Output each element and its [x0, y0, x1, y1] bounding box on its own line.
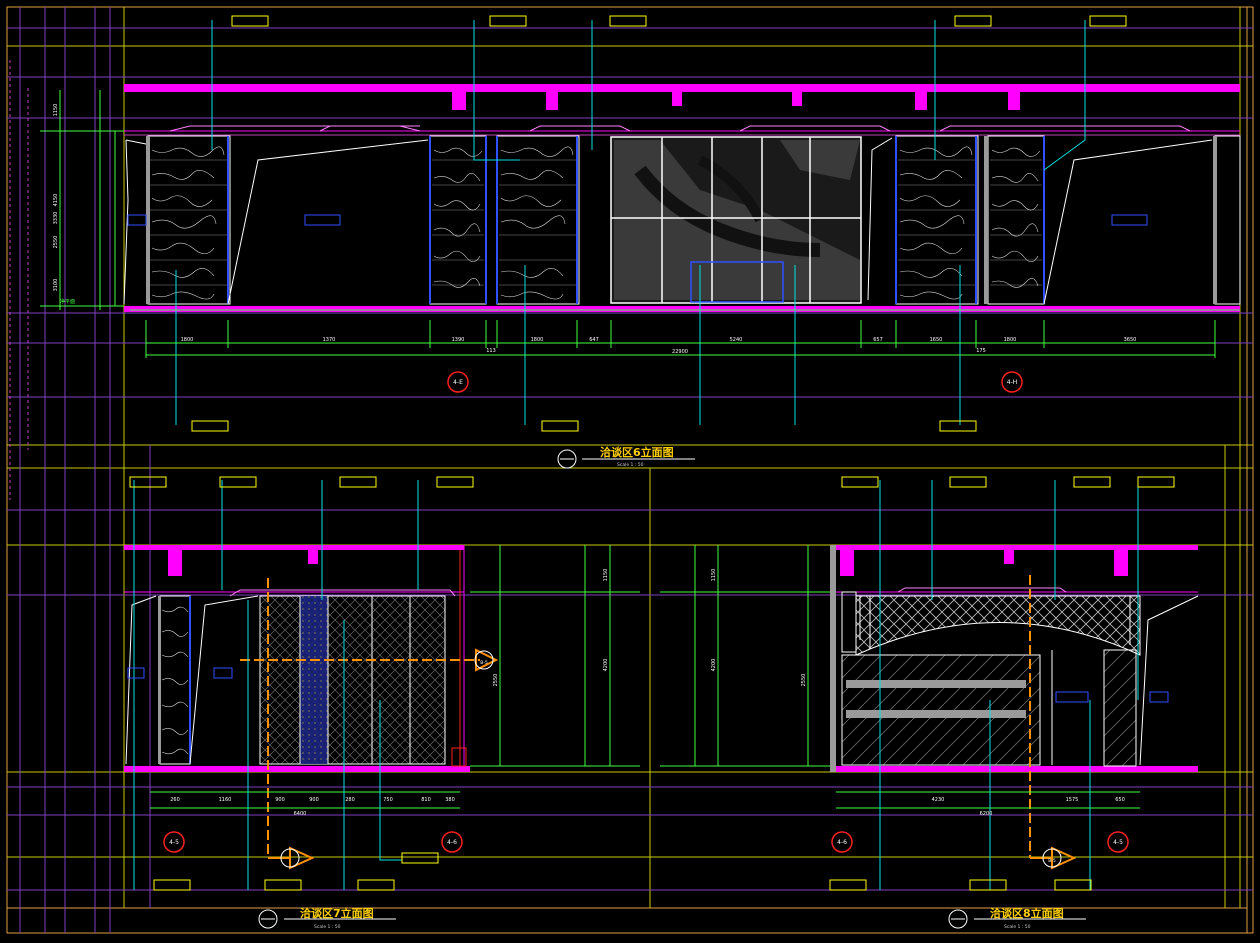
bottom-right-elevation	[660, 476, 1199, 891]
br-dim-total: 6200	[980, 811, 993, 817]
top-dim-6: 657	[873, 337, 883, 343]
scale-bottom-left: Scale 1 : 50	[314, 924, 341, 930]
top-dim-0: 1800	[181, 337, 194, 343]
datum-label-top: 净平面	[60, 298, 75, 305]
top-dim-9: 3650	[1124, 337, 1137, 343]
top-dim-row2-0: 113	[486, 348, 496, 354]
bl-dim-6: 810	[421, 797, 431, 803]
scale-top: Scale 1 : 50	[617, 462, 644, 468]
br-dim-2: 650	[1115, 797, 1125, 803]
br-left-dim-2: 2550	[801, 674, 807, 687]
title-top: 洽谈区6立面图	[600, 445, 674, 459]
br-left-dim-1: 4200	[711, 659, 717, 672]
top-dim-5: 5240	[730, 337, 743, 343]
bl-dim-0: 260	[170, 797, 180, 803]
top-dim-1: 1370	[323, 337, 336, 343]
bl-dim-3: 900	[309, 797, 319, 803]
top-dim-3: 1800	[531, 337, 544, 343]
top-left-dim-4: 3100	[53, 279, 59, 292]
br-bubble-0: 4-6	[837, 839, 847, 846]
bl-bubble-0: 4-5	[169, 839, 179, 846]
top-left-dim-3: 2550	[53, 236, 59, 249]
top-bubble-1: 4-H	[1007, 379, 1018, 386]
bl-right-dim-0: 1150	[603, 569, 609, 582]
top-dim-8: 1800	[1004, 337, 1017, 343]
bl-dim-5: 750	[383, 797, 393, 803]
bl-dim-4: 280	[345, 797, 355, 803]
top-elevation	[40, 15, 1241, 432]
top-dim-total: 22900	[672, 349, 688, 355]
top-left-dim-1: 4150	[53, 194, 59, 207]
title-bottom-right: 洽谈区8立面图	[990, 906, 1064, 920]
bottom-left-elevation	[124, 476, 640, 891]
top-bubble-0: 4-E	[453, 379, 463, 386]
bl-dim-7: 380	[445, 797, 455, 803]
top-dim-4: 647	[589, 337, 599, 343]
cad-drawing-canvas: 洽谈区6立面图 Scale 1 : 50 洽谈区7立面图 Scale 1 : 5…	[0, 0, 1260, 939]
br-dim-0: 4230	[932, 797, 945, 803]
elevation-drawing: 洽谈区6立面图 Scale 1 : 50 洽谈区7立面图 Scale 1 : 5…	[6, 6, 1254, 934]
br-left-dim-0: 1150	[711, 569, 717, 582]
bl-right-dim-2: 2550	[493, 674, 499, 687]
top-dim-2: 1390	[452, 337, 465, 343]
top-left-dim-2: 3330	[53, 212, 59, 225]
bl-dim-1: 1160	[219, 797, 232, 803]
top-left-dim-0: 1150	[53, 104, 59, 117]
scale-bottom-right: Scale 1 : 50	[1004, 924, 1031, 930]
top-dim-7: 1650	[930, 337, 943, 343]
top-dim-row2-1: 175	[976, 348, 986, 354]
bl-right-dim-1: 4200	[603, 659, 609, 672]
bl-section-tag: B-5	[480, 660, 488, 666]
br-bubble-1: 4-5	[1113, 839, 1123, 846]
br-section-tag: B-5	[1048, 858, 1056, 864]
bl-dim-total: 6400	[294, 811, 307, 817]
bl-dim-2: 900	[275, 797, 285, 803]
title-bottom-left: 洽谈区7立面图	[300, 906, 374, 920]
bl-bubble-1: 4-6	[447, 839, 457, 846]
br-dim-1: 1575	[1066, 797, 1079, 803]
